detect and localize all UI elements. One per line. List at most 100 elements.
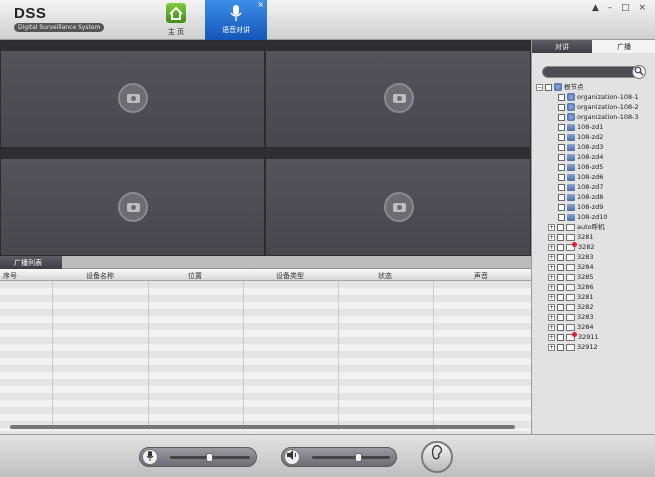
checkbox[interactable] bbox=[557, 223, 564, 231]
tree-node[interactable]: + auto呼机 bbox=[548, 222, 605, 232]
checkbox[interactable] bbox=[558, 143, 565, 151]
expand-icon[interactable]: + bbox=[548, 303, 555, 311]
tree-node[interactable]: +3284 bbox=[548, 322, 594, 332]
tree-node[interactable]: 108-zd1 bbox=[558, 122, 603, 132]
checkbox[interactable] bbox=[558, 93, 565, 101]
checkbox[interactable] bbox=[557, 293, 564, 301]
speaker-icon[interactable] bbox=[284, 449, 300, 465]
tree-root[interactable]: − 根节点 bbox=[536, 82, 584, 92]
video-tile[interactable] bbox=[0, 148, 265, 256]
tree-node[interactable]: +32912 bbox=[548, 342, 598, 352]
checkbox[interactable] bbox=[558, 103, 565, 111]
checkbox[interactable] bbox=[558, 203, 565, 211]
checkbox[interactable] bbox=[557, 323, 564, 331]
checkbox[interactable] bbox=[557, 333, 564, 341]
checkbox[interactable] bbox=[557, 303, 564, 311]
checkbox[interactable] bbox=[558, 153, 565, 161]
tab-broadcast[interactable]: 广播 bbox=[592, 40, 655, 53]
checkbox[interactable] bbox=[558, 213, 565, 221]
video-tile[interactable] bbox=[0, 40, 265, 148]
device-search-input[interactable] bbox=[542, 65, 646, 79]
checkbox[interactable] bbox=[558, 183, 565, 191]
video-tile[interactable] bbox=[265, 148, 531, 256]
checkbox[interactable] bbox=[557, 273, 564, 281]
device-group-icon bbox=[566, 343, 575, 351]
tree-node[interactable]: organization-108-2 bbox=[558, 102, 639, 112]
expand-icon[interactable]: + bbox=[548, 343, 555, 351]
window-controls[interactable]: ▲ – □ × bbox=[592, 3, 649, 13]
tab-voice-intercom[interactable]: × 语音对讲 bbox=[205, 0, 267, 40]
tree-node[interactable]: 108-zd5 bbox=[558, 162, 603, 172]
tree-node[interactable]: +3284 bbox=[548, 262, 594, 272]
expand-icon[interactable]: + bbox=[548, 233, 555, 241]
tab-close-icon[interactable]: × bbox=[257, 0, 264, 9]
horizontal-scrollbar[interactable] bbox=[10, 425, 515, 429]
column-header[interactable]: 声音 bbox=[474, 271, 488, 281]
tree-node[interactable]: +3286 bbox=[548, 282, 594, 292]
tree-node[interactable]: +3282 bbox=[548, 242, 595, 252]
checkbox[interactable] bbox=[557, 253, 564, 261]
tree-node[interactable]: 108-zd7 bbox=[558, 182, 603, 192]
video-tile-header bbox=[266, 41, 530, 51]
tree-node-label: 108-zd7 bbox=[577, 183, 604, 191]
tree-node[interactable]: 108-zd9 bbox=[558, 202, 603, 212]
expand-icon[interactable]: + bbox=[548, 223, 555, 231]
checkbox[interactable] bbox=[557, 313, 564, 321]
checkbox[interactable] bbox=[557, 233, 564, 241]
checkbox[interactable] bbox=[558, 163, 565, 171]
expand-icon[interactable]: + bbox=[548, 243, 555, 251]
tree-node[interactable]: 108-zd6 bbox=[558, 172, 603, 182]
column-header[interactable]: 设备类型 bbox=[276, 271, 304, 281]
tree-node[interactable]: +3282 bbox=[548, 302, 594, 312]
push-to-talk-button[interactable] bbox=[421, 441, 453, 473]
column-header[interactable]: 位置 bbox=[188, 271, 202, 281]
collapse-icon[interactable]: − bbox=[536, 83, 543, 91]
checkbox[interactable] bbox=[558, 133, 565, 141]
tree-node[interactable]: 108-zd3 bbox=[558, 142, 603, 152]
video-tile[interactable] bbox=[265, 40, 531, 148]
tree-node[interactable]: 108-zd8 bbox=[558, 192, 603, 202]
tree-node[interactable]: 108-zd4 bbox=[558, 152, 603, 162]
tree-node[interactable]: organization-108-1 bbox=[558, 92, 639, 102]
tree-node[interactable]: organization-108-3 bbox=[558, 112, 639, 122]
expand-icon[interactable]: + bbox=[548, 283, 555, 291]
tab-intercom[interactable]: 对讲 bbox=[532, 40, 592, 53]
home-icon bbox=[166, 3, 186, 23]
checkbox[interactable] bbox=[557, 243, 564, 251]
checkbox[interactable] bbox=[557, 343, 564, 351]
column-header[interactable]: 序号 bbox=[3, 271, 17, 281]
expand-icon[interactable]: + bbox=[548, 273, 555, 281]
tree-node[interactable]: +3283 bbox=[548, 252, 594, 262]
tree-node[interactable]: 108-zd2 bbox=[558, 132, 603, 142]
expand-icon[interactable]: + bbox=[548, 333, 555, 341]
device-group-icon bbox=[566, 253, 575, 261]
tree-node[interactable]: 108-zd10 bbox=[558, 212, 608, 222]
tab-broadcast-list[interactable]: 广播列表 bbox=[0, 256, 62, 269]
checkbox[interactable] bbox=[558, 193, 565, 201]
checkbox[interactable] bbox=[557, 263, 564, 271]
mic-icon[interactable] bbox=[142, 449, 158, 465]
expand-icon[interactable]: + bbox=[548, 323, 555, 331]
expand-icon[interactable]: + bbox=[548, 293, 555, 301]
search-icon[interactable] bbox=[632, 65, 646, 79]
expand-icon[interactable]: + bbox=[548, 253, 555, 261]
tree-node-label: 32912 bbox=[577, 343, 598, 351]
checkbox[interactable] bbox=[558, 113, 565, 121]
checkbox[interactable] bbox=[557, 283, 564, 291]
expand-icon[interactable]: + bbox=[548, 263, 555, 271]
checkbox[interactable] bbox=[545, 83, 552, 91]
tree-node[interactable]: +3283 bbox=[548, 312, 594, 322]
tab-home[interactable]: 主 页 bbox=[158, 3, 194, 39]
expand-icon[interactable]: + bbox=[548, 313, 555, 321]
tree-node[interactable]: +3285 bbox=[548, 272, 594, 282]
tree-node[interactable]: +3281 bbox=[548, 232, 594, 242]
checkbox[interactable] bbox=[558, 173, 565, 181]
tree-node[interactable]: +32911 bbox=[548, 332, 599, 342]
column-header[interactable]: 状态 bbox=[378, 271, 392, 281]
tree-node[interactable]: +3281 bbox=[548, 292, 594, 302]
mic-volume-slider[interactable] bbox=[206, 453, 213, 462]
speaker-volume-slider[interactable] bbox=[355, 453, 362, 462]
tree-node-label: 3281 bbox=[577, 293, 594, 301]
column-header[interactable]: 设备名称 bbox=[86, 271, 114, 281]
checkbox[interactable] bbox=[558, 123, 565, 131]
